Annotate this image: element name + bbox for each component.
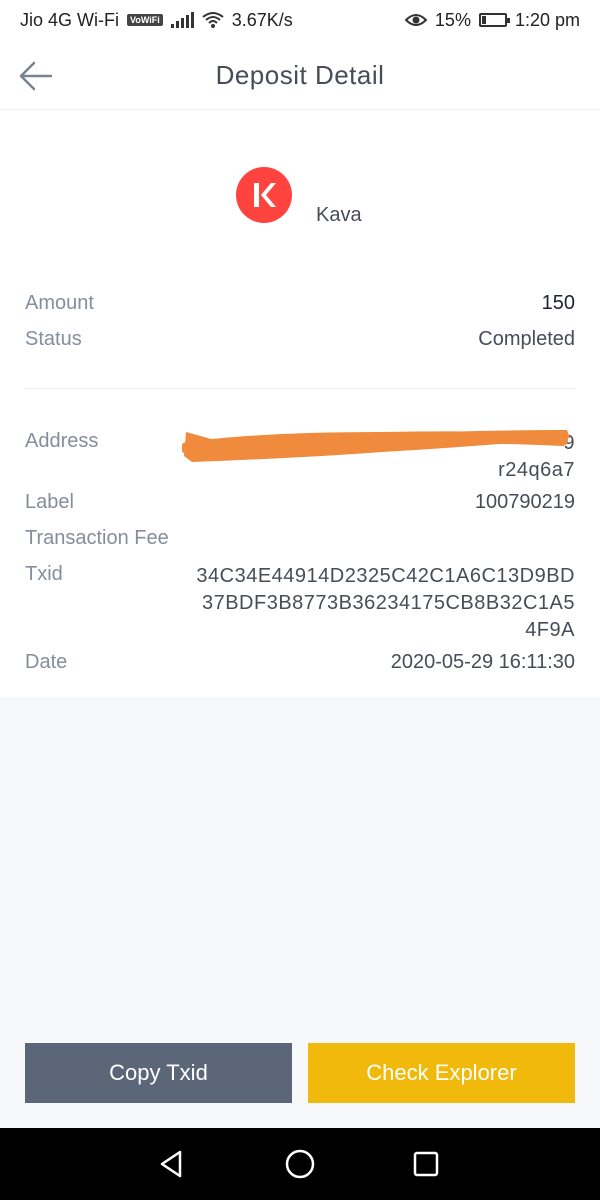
eye-icon	[404, 14, 427, 26]
status-label: Status	[25, 328, 82, 350]
address-label: Address	[25, 430, 99, 452]
date-value: 2020-05-29 16:11:30	[390, 651, 575, 673]
system-nav-bar	[0, 1128, 600, 1200]
app-header: Deposit Detail	[0, 40, 600, 110]
battery-icon	[478, 13, 510, 27]
kava-k-icon	[254, 183, 276, 207]
copy-txid-button[interactable]: Copy Txid	[25, 1043, 292, 1103]
label-label: Label	[25, 491, 74, 513]
fee-label: Transaction Fee	[25, 527, 169, 549]
vowifi-badge: VoWiFi	[127, 14, 163, 26]
nav-home-icon[interactable]	[282, 1146, 318, 1182]
amount-label: Amount	[25, 292, 94, 314]
battery-percent: 15%	[434, 9, 471, 30]
redaction-scribble	[182, 430, 570, 462]
status-left: Jio 4G Wi-Fi VoWiFi 3.67K/s	[20, 10, 293, 31]
coin-name: Kava	[316, 204, 362, 226]
status-right: 15% 1:20 pm	[404, 9, 580, 31]
txid-line-2: 37BDF3B8773B36234175CB8B32C1A5	[201, 592, 575, 614]
check-explorer-button[interactable]: Check Explorer	[308, 1043, 575, 1103]
network-speed: 3.67K/s	[231, 9, 293, 30]
deposit-detail-card: Kava Amount 150 Status Completed Address…	[0, 110, 600, 697]
txid-value[interactable]: 34C34E44914D2325C42C1A6C13D9BD 37BDF3B87…	[196, 563, 575, 644]
txid-label: Txid	[25, 563, 63, 585]
carrier-name: Jio 4G Wi-Fi	[20, 9, 119, 30]
kava-logo	[236, 167, 292, 223]
nav-recents-icon[interactable]	[408, 1146, 444, 1182]
txid-line-3: 4F9A	[525, 619, 575, 641]
page-title: Deposit Detail	[215, 60, 385, 90]
txid-line-1: 34C34E44914D2325C42C1A6C13D9BD	[196, 565, 575, 587]
nav-back-icon[interactable]	[154, 1146, 190, 1182]
wifi-icon	[202, 12, 224, 28]
amount-value: 150	[541, 292, 575, 314]
signal-icon	[170, 12, 194, 28]
status-bar: Jio 4G Wi-Fi VoWiFi 3.67K/s 15% 1:20 pm	[0, 0, 600, 40]
clock-time: 1:20 pm	[514, 9, 580, 30]
date-label: Date	[25, 651, 68, 673]
status-value: Completed	[478, 328, 575, 350]
section-divider	[25, 388, 575, 389]
label-value: 100790219	[474, 491, 575, 513]
